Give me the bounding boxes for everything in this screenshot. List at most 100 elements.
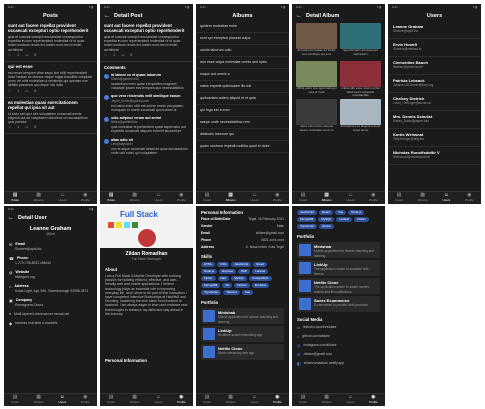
nav-albums[interactable]: ▦ Albums [226,395,236,405]
portfolio-card[interactable]: LinkUp The application where to socialize… [297,260,380,276]
photo-thumbnail[interactable] [340,99,381,125]
comment-icon[interactable]: ▭ [25,125,28,130]
nav-profile[interactable]: ◉ Profile [369,395,378,405]
back-arrow-icon[interactable]: ← [296,13,302,19]
nav-albums[interactable]: ▦ Albums [226,193,236,203]
user-fields: ✉ Email Sincere@april.biz ☎ Phone 1-770-736-8… [4,240,97,310]
like-count: 1 [17,88,20,93]
heart-icon[interactable]: ♡ [104,53,107,58]
album-item[interactable]: sunt qui excepturi placeat culpa [196,33,289,45]
post-item[interactable]: sunt aut facere repellat provident occae… [4,21,97,62]
nav-posts[interactable]: ▤ Posts [107,193,115,203]
post-item[interactable]: qui est esse est rerum tempore vitae sequ… [4,62,97,98]
nav-users[interactable]: ☺ Users [154,395,162,405]
user-item[interactable]: Ervin Howell Shanna@melissa.tv [388,39,481,57]
nav-users[interactable]: ☺ Users [58,193,66,203]
nav-users[interactable]: ☺ Users [58,395,66,405]
nav-profile[interactable]: ◉ Profile [465,193,474,203]
nav-albums[interactable]: ▦ Albums [34,395,44,405]
social-item[interactable]: ✉ zildanr@gmail.com [292,350,385,359]
back-arrow-icon[interactable]: ← [104,13,110,19]
comment-icon[interactable]: ▭ [25,53,28,58]
nav-profile[interactable]: ◉ Profile [81,193,90,203]
nav-profile[interactable]: ◉ Profile [273,395,282,405]
heart-icon[interactable]: ♡ [8,125,11,130]
nav-users[interactable]: ☺ Users [346,193,354,203]
nav-posts[interactable]: ▤ Posts [203,395,211,405]
nav-users[interactable]: ☺ Users [346,395,354,405]
photo-card[interactable]: culpa odio esse rerum omnis laboriosam v… [340,61,381,96]
album-item[interactable]: qui fuga est a eum [196,105,289,117]
comment-icon[interactable]: ▭ [121,53,124,58]
photo-card[interactable]: natus nisi omnis corporis facere molesti… [296,99,337,134]
social-item[interactable]: ◎ instagram.com/zildanr [292,341,385,350]
nav-posts[interactable]: ▤ Posts [395,193,403,203]
album-item[interactable]: natus impedit quibusdam illo est [196,81,289,93]
album-item[interactable]: quibusdam autem aliquid et et quia [196,93,289,105]
photo-thumbnail[interactable] [296,99,337,125]
user-item[interactable]: Kurtis Weissnat Telly.Hoeger@billy.biz [388,129,481,147]
portfolio-card[interactable]: Netflix Clone The application where to wa… [297,278,380,294]
photo-thumbnail[interactable] [340,61,381,87]
album-item[interactable]: non esse culpa molestiae omnis sed optio [196,57,289,69]
nav-profile[interactable]: ◉ Profile [177,395,186,405]
nav-users[interactable]: ☺ Users [154,193,162,203]
nav-profile[interactable]: ◉ Profile [369,193,378,203]
album-item[interactable]: distinctio laborum qui [196,129,289,141]
user-item[interactable]: Patricia Lebsack Julianne.OConner@kory.or… [388,75,481,93]
photo-card[interactable]: accusamus beatae ad facilis cum similiqu… [296,23,337,58]
heart-icon[interactable]: ♡ [8,53,11,58]
nav-posts[interactable]: ▤ Posts [107,395,115,405]
photo-card[interactable]: accusamus ea aliquid et amet sequi nemo [340,99,381,134]
portfolio-card[interactable]: Netflix Clone Movie streaming web app [201,344,284,360]
nav-albums[interactable]: ▦ Albums [322,395,332,405]
photo-card[interactable]: officia porro iure quia iusto qui ipsa u… [296,61,337,96]
album-item[interactable]: saepe unde necessitatibus rem [196,117,289,129]
user-item[interactable]: Chelsey Dietrich Lucio_Hettinger@annie.ca [388,93,481,111]
album-item[interactable]: quidem molestiae enim [196,21,289,33]
portfolio-card[interactable]: Minishab Mobile application for Islamic t… [297,242,380,258]
nav-posts[interactable]: ▤ Posts [299,193,307,203]
photo-thumbnail[interactable] [340,23,381,49]
user-item[interactable]: Leanne Graham Sincere@april.biz [388,21,481,39]
nav-posts[interactable]: ▤ Posts [11,193,19,203]
photo-card[interactable]: reprehenderit est deserunt velit ipsam [340,23,381,58]
user-item[interactable]: Clementine Bauch Nathan@yesenia.net [388,57,481,75]
nav-profile[interactable]: ◉ Profile [273,193,282,203]
nav-albums[interactable]: ▦ Albums [418,193,428,203]
user-item[interactable]: Mrs. Dennis Schulist Karley_Dach@jasper.i… [388,111,481,129]
photo-thumbnail[interactable] [296,61,337,87]
album-item[interactable]: eaque aut omnis a [196,69,289,81]
user-item[interactable]: Nicholas Runolfsdottir V Sherwood@rosamon… [388,147,481,165]
info-label: Gender [201,224,213,228]
post-item[interactable]: ea molestias quasi exercitationem repell… [4,98,97,135]
nav-albums[interactable]: ▦ Albums [322,193,332,203]
album-item[interactable]: quam nostrum impedit mollitia quod et do… [196,141,289,153]
album-item[interactable]: omnis laborum odio [196,45,289,57]
nav-albums[interactable]: ▦ Albums [34,193,44,203]
nav-posts[interactable]: ▤ Posts [203,193,211,203]
social-item[interactable]: ◐ github.com/zildanr [292,332,385,341]
nav-users[interactable]: ☺ Users [250,193,258,203]
portfolio-card[interactable]: Minishab Mobile application for Islamic t… [201,308,284,324]
back-arrow-icon[interactable]: ← [8,215,14,221]
nav-posts[interactable]: ▤ Posts [299,395,307,405]
nav-albums[interactable]: ▦ Albums [130,193,140,203]
social-item[interactable]: ◧ zildanromadhan.netlify.app [292,359,385,368]
post-body: est rerum tempore vitae sequi sint nihil… [8,70,93,88]
nav-posts[interactable]: ▤ Posts [11,395,19,405]
nav-label: Users [154,400,163,404]
portfolio-card[interactable]: Saves Ecommerce E-commerce to provide clo… [297,296,380,312]
comment-count: 5 [34,88,37,93]
nav-profile[interactable]: ◉ Profile [81,395,90,405]
status-bar: 9:41 ▾ ▮ [200,5,285,9]
heart-icon[interactable]: ♡ [8,89,11,94]
comment-icon[interactable]: ▭ [25,89,28,94]
nav-albums[interactable]: ▦ Albums [130,395,140,405]
social-item[interactable]: in linkedin.com/in/zildanr [292,323,385,332]
nav-users[interactable]: ☺ Users [250,395,258,405]
portfolio-card[interactable]: LinkUp Realtime social networking app [201,326,284,342]
photo-thumbnail[interactable] [296,23,337,49]
nav-users[interactable]: ☺ Users [442,193,450,203]
nav-profile[interactable]: ◉ Profile [177,193,186,203]
